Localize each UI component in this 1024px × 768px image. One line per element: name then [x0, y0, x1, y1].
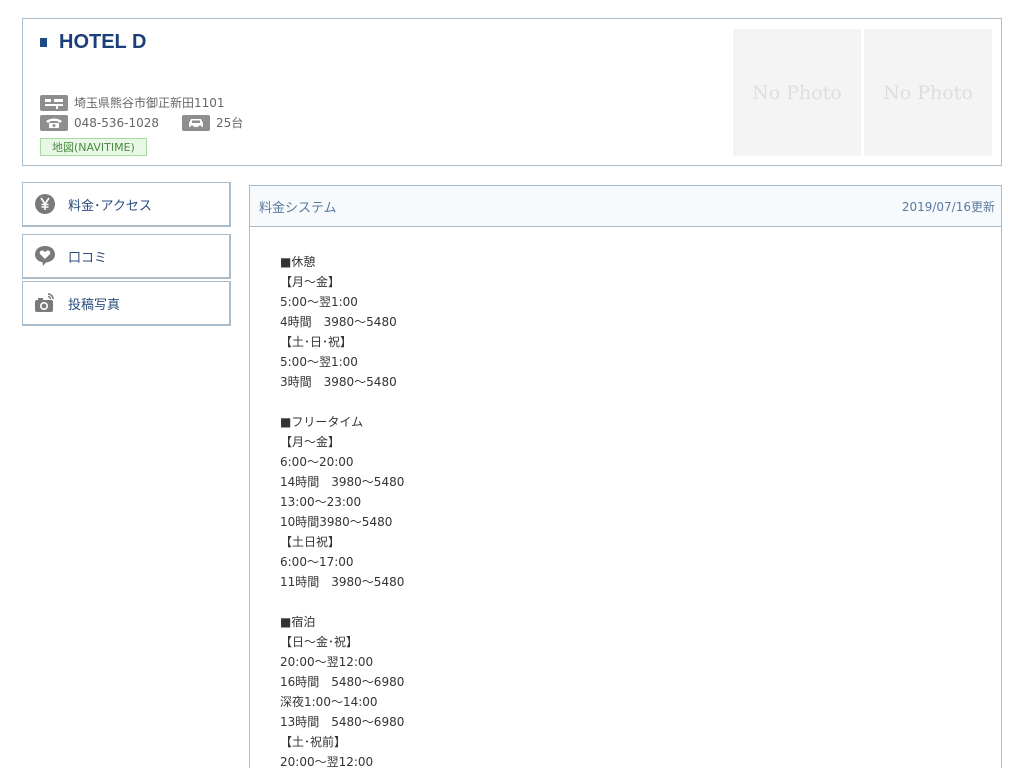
- price-line: 20:00～翌12:00: [280, 755, 374, 768]
- panel-title: 料金システム: [259, 200, 337, 216]
- price-line: 深夜1:00～14:00: [280, 695, 378, 709]
- map-link[interactable]: 地図(NAVITIME): [40, 138, 147, 156]
- price-line: 11時間 3980～5480: [280, 575, 405, 589]
- price-section-heading: ■宿泊: [280, 615, 316, 629]
- heart-speech-icon: [34, 245, 56, 267]
- price-section-heading: ■フリータイム: [280, 415, 364, 429]
- hotel-name: HOTEL D: [59, 31, 147, 53]
- panel-header: 料金システム 2019/07/16更新: [250, 186, 1001, 227]
- price-line: 【月～金】: [280, 275, 341, 289]
- nav-reviews-button[interactable]: 口コミ: [22, 234, 231, 279]
- hotel-title-row: HOTEL D: [40, 31, 146, 54]
- price-line: 6:00～17:00: [280, 555, 354, 569]
- address-row: 埼玉県熊谷市御正新田1101: [40, 94, 225, 111]
- title-marker: [40, 38, 47, 47]
- nav-price-access-button[interactable]: 料金･アクセス: [22, 182, 231, 227]
- car-icon: [182, 114, 211, 131]
- price-line: 13:00～23:00: [280, 495, 362, 509]
- price-line: 【土日祝】: [280, 535, 341, 549]
- price-line: 13時間 5480～6980: [280, 715, 405, 729]
- phone-number[interactable]: 048-536-1028: [74, 116, 159, 130]
- price-details: ■休憩【月～金】 5:00～翌1:00 4時間 3980～5480 【土･日･祝】 5:…: [250, 227, 1001, 768]
- parking-capacity: 25台: [216, 116, 244, 130]
- nav-photos-button[interactable]: 投稿写真: [22, 281, 231, 326]
- price-system-panel: 料金システム 2019/07/16更新 ■休憩【月～金】 5:00～翌1:00 4時…: [249, 185, 1002, 768]
- nav-label: 料金･アクセス: [68, 198, 152, 214]
- nav-label: 口コミ: [68, 250, 108, 266]
- address-text: 埼玉県熊谷市御正新田1101: [74, 96, 225, 110]
- price-line: 3時間 3980～5480: [280, 375, 397, 389]
- contact-row: 048-536-1028 25台: [40, 114, 243, 131]
- hotel-photo-placeholder[interactable]: No Photo: [733, 29, 861, 156]
- price-line: 4時間 3980～5480: [280, 315, 397, 329]
- hotel-header: HOTEL D 埼玉県熊谷市御正新田1101 048-536-1028 25台 …: [22, 18, 1002, 166]
- hotel-photo-placeholder[interactable]: No Photo: [864, 29, 992, 156]
- phone-icon: [40, 114, 68, 131]
- price-line: 10時間3980～5480: [280, 515, 393, 529]
- address-icon: [40, 94, 68, 111]
- price-line: 14時間 3980～5480: [280, 475, 405, 489]
- price-line: 5:00～翌1:00: [280, 355, 358, 369]
- price-line: 【月～金】: [280, 435, 341, 449]
- price-line: 【日～金･祝】: [280, 635, 359, 649]
- price-line: 20:00～翌12:00: [280, 655, 374, 669]
- price-line: 【土･日･祝】: [280, 335, 353, 349]
- price-line: 5:00～翌1:00: [280, 295, 358, 309]
- camera-icon: [34, 292, 56, 314]
- price-line: 【土･祝前】: [280, 735, 347, 749]
- nav-label: 投稿写真: [68, 297, 121, 313]
- price-section-heading: ■休憩: [280, 255, 316, 269]
- price-line: 16時間 5480～6980: [280, 675, 405, 689]
- yen-icon: [34, 193, 56, 215]
- price-line: 6:00～20:00: [280, 455, 354, 469]
- updated-date: 2019/07/16更新: [901, 199, 995, 214]
